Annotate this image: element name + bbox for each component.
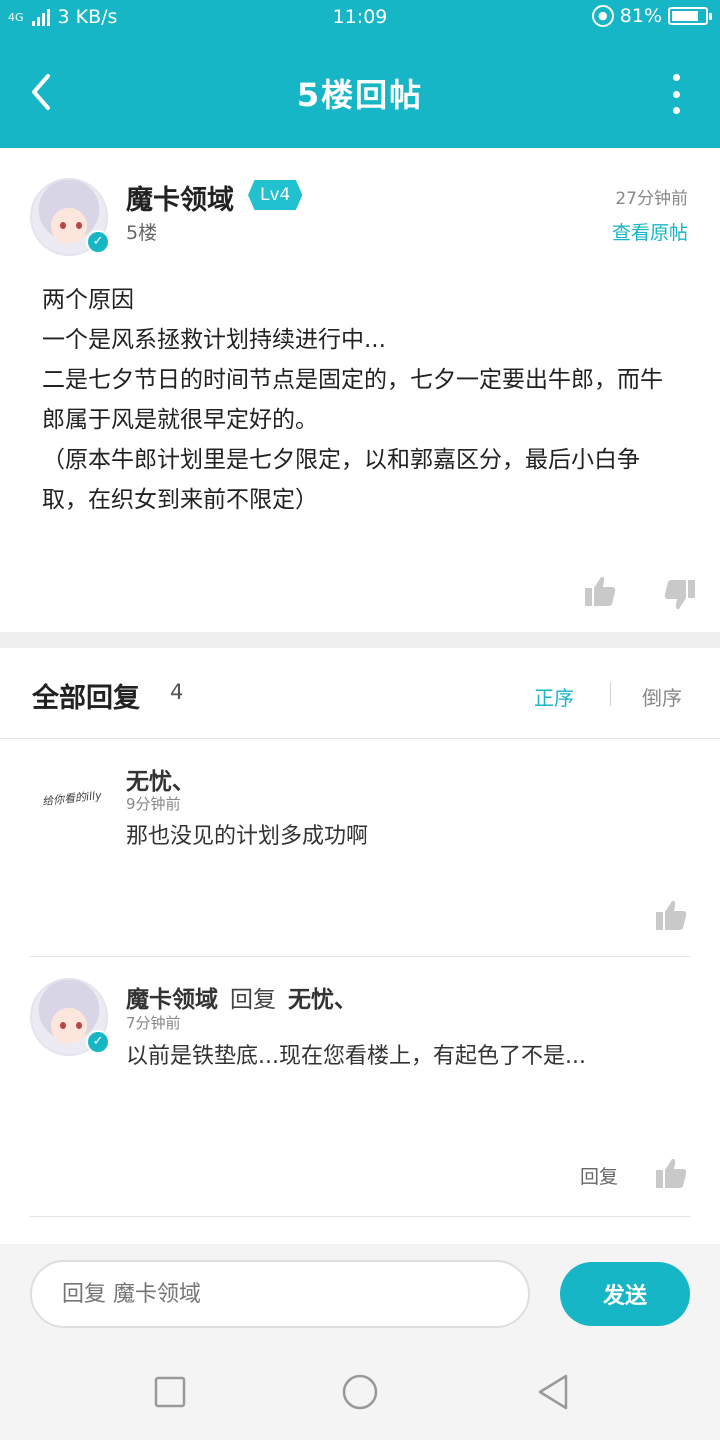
more-dot xyxy=(672,90,680,98)
post-line: 二是七夕节日的时间节点是固定的，七夕一定要出牛郎，而牛郎属于风是就很早定好的。 xyxy=(42,367,663,433)
post-line: （原本牛郎计划里是七夕限定，以和郭嘉区分，最后小白争取，在织女到来前不限定） xyxy=(42,447,640,513)
battery-icon xyxy=(668,7,712,25)
app-header: 4G 3 KB/s 11:09 ● 81% 5楼回帖 xyxy=(0,0,720,148)
replies-count: 4 xyxy=(170,680,184,704)
reply-text: 那也没见的计划多成功啊 xyxy=(126,824,369,849)
post-author-name[interactable]: 魔卡领域 xyxy=(126,178,234,217)
send-button[interactable]: 发送 xyxy=(560,1262,690,1326)
verified-icon: ✓ xyxy=(86,1030,110,1054)
recents-button[interactable] xyxy=(150,1372,190,1412)
reply-like-button[interactable] xyxy=(654,898,688,932)
chevron-left-icon xyxy=(32,74,50,110)
divider xyxy=(30,956,690,957)
square-icon xyxy=(154,1376,186,1408)
reply-text: 以前是铁垫底...现在您看楼上，有起色了不是... xyxy=(126,1044,586,1069)
more-dot xyxy=(672,107,680,114)
reply-time: 7分钟前 xyxy=(126,1014,181,1032)
post-line: 两个原因 xyxy=(42,287,134,313)
reply-like-button[interactable] xyxy=(654,1156,688,1190)
level-badge: Lv4 xyxy=(248,180,303,210)
reply-input[interactable] xyxy=(30,1260,530,1328)
post-floor: 5楼 xyxy=(126,222,158,244)
reply-author-name[interactable]: 魔卡领域 xyxy=(126,987,218,1013)
triangle-back-icon xyxy=(538,1374,568,1410)
reply-author-line: 魔卡领域 回复 无忧、 xyxy=(126,980,357,1014)
reply-time: 9分钟前 xyxy=(126,795,181,813)
reply-target-name[interactable]: 无忧、 xyxy=(288,987,357,1013)
thumbs-down-icon xyxy=(664,580,695,610)
post-line: 一个是风系拯救计划持续进行中... xyxy=(42,327,386,353)
sort-ascending-tab[interactable]: 正序 xyxy=(534,682,574,711)
reply-author-name[interactable]: 无忧、 xyxy=(126,762,195,796)
back-button[interactable] xyxy=(26,70,66,114)
reply-avatar[interactable]: 给你看的illy xyxy=(41,787,103,809)
replies-title: 全部回复 xyxy=(32,683,140,714)
view-original-link[interactable]: 查看原帖 xyxy=(612,218,688,245)
rotation-lock-icon: ● xyxy=(591,5,614,27)
sort-descending-tab[interactable]: 倒序 xyxy=(642,682,682,711)
thumbs-up-icon xyxy=(656,1158,687,1188)
reply-avatar[interactable]: ✓ xyxy=(30,978,110,1056)
post-content: 两个原因 一个是风系拯救计划持续进行中... 二是七夕节日的时间节点是固定的，七… xyxy=(42,280,682,520)
divider xyxy=(0,738,720,739)
battery-fill xyxy=(672,11,698,21)
sort-divider xyxy=(610,682,611,706)
section-separator xyxy=(0,632,720,648)
verified-icon: ✓ xyxy=(86,230,110,254)
post-author-avatar[interactable]: ✓ xyxy=(30,178,110,256)
reply-to-label: 回复 xyxy=(230,987,276,1013)
divider xyxy=(30,1216,690,1217)
home-button[interactable] xyxy=(340,1372,380,1412)
thumbs-up-icon xyxy=(656,900,687,930)
more-button[interactable] xyxy=(670,74,682,114)
thumbs-up-icon xyxy=(585,576,616,606)
reply-button[interactable]: 回复 xyxy=(580,1162,618,1189)
dislike-button[interactable] xyxy=(663,578,697,612)
like-button[interactable] xyxy=(583,574,617,608)
battery-percent: 81% xyxy=(619,5,662,27)
more-dot xyxy=(672,74,680,81)
circle-icon xyxy=(342,1374,378,1410)
page-title: 5楼回帖 xyxy=(296,76,424,114)
system-back-button[interactable] xyxy=(534,1372,574,1412)
status-bar: 4G 3 KB/s 11:09 ● 81% xyxy=(0,0,720,36)
post-time: 27分钟前 xyxy=(615,189,688,209)
